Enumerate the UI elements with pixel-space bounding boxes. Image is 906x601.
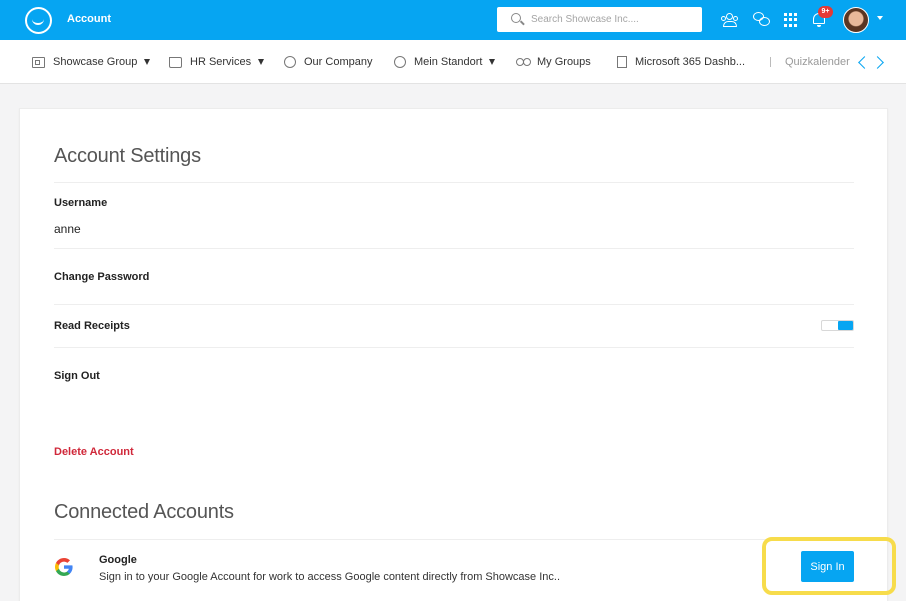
delete-account-link[interactable]: Delete Account	[54, 446, 134, 458]
divider	[54, 304, 854, 305]
nav-item-mein-standort[interactable]: Mein Standort	[394, 55, 496, 69]
nav-item-label: Our Company	[304, 56, 373, 68]
people-icon[interactable]	[721, 11, 739, 29]
google-account-description: Sign in to your Google Account for work …	[99, 571, 561, 583]
top-bar: Account 9+	[0, 0, 906, 40]
groups-icon	[516, 57, 531, 68]
chevron-down-icon[interactable]	[877, 16, 883, 20]
search-box[interactable]	[497, 7, 702, 32]
nav-item-hr-services[interactable]: HR Services	[169, 55, 265, 69]
chevron-left-icon[interactable]	[857, 55, 867, 69]
nav-item-our-company[interactable]: Our Company	[284, 55, 372, 69]
quiz-icon	[767, 56, 777, 68]
search-input[interactable]	[531, 11, 691, 28]
nav-item-label: HR Services	[190, 56, 252, 68]
nav-item-label: Mein Standort	[414, 56, 483, 68]
notification-badge: 9+	[818, 6, 833, 18]
chevron-right-icon[interactable]	[874, 55, 884, 69]
google-account-name: Google	[99, 554, 137, 566]
divider	[54, 539, 854, 540]
building-icon	[32, 56, 45, 68]
nav-item-label: Microsoft 365 Dashb...	[635, 56, 746, 68]
search-icon	[511, 13, 521, 23]
globe-icon	[284, 56, 296, 68]
chevron-down-icon	[144, 59, 151, 65]
google-icon	[55, 558, 73, 576]
divider	[54, 248, 854, 249]
change-password-link[interactable]: Change Password	[54, 271, 149, 283]
avatar[interactable]	[843, 7, 869, 33]
read-receipts-label: Read Receipts	[54, 320, 130, 332]
folder-icon	[169, 56, 182, 68]
toggle-knob	[838, 321, 853, 330]
connected-accounts-title: Connected Accounts	[54, 501, 234, 523]
nav-item-showcase-group[interactable]: Showcase Group	[32, 55, 151, 69]
page-title: Account	[67, 13, 111, 25]
globe-icon	[394, 56, 406, 68]
divider	[54, 182, 854, 183]
username-value: anne	[54, 222, 81, 236]
sign-out-link[interactable]: Sign Out	[54, 370, 100, 382]
document-icon	[617, 56, 627, 68]
google-sign-in-button[interactable]: Sign In	[801, 551, 854, 582]
nav-item-label: Showcase Group	[53, 56, 138, 68]
nav-item-label: Quizkalender	[785, 56, 850, 68]
logo-icon[interactable]	[25, 7, 52, 34]
nav-item-microsoft-365[interactable]: Microsoft 365 Dashb...	[617, 55, 745, 69]
nav-bar: Showcase Group HR Services Our Company M…	[0, 40, 906, 84]
nav-item-label: My Groups	[537, 56, 591, 68]
chat-icon[interactable]	[753, 11, 771, 29]
account-card: Account Settings Username anne Change Pa…	[19, 108, 888, 601]
nav-item-quizkalender[interactable]: Quizkalender	[767, 55, 853, 69]
chevron-down-icon	[489, 59, 496, 65]
username-label: Username	[54, 197, 108, 209]
divider	[54, 347, 854, 348]
account-settings-title: Account Settings	[54, 145, 201, 167]
chevron-down-icon	[258, 59, 265, 65]
nav-item-my-groups[interactable]: My Groups	[516, 55, 591, 69]
apps-grid-icon[interactable]	[784, 13, 798, 27]
read-receipts-toggle[interactable]	[821, 320, 854, 331]
